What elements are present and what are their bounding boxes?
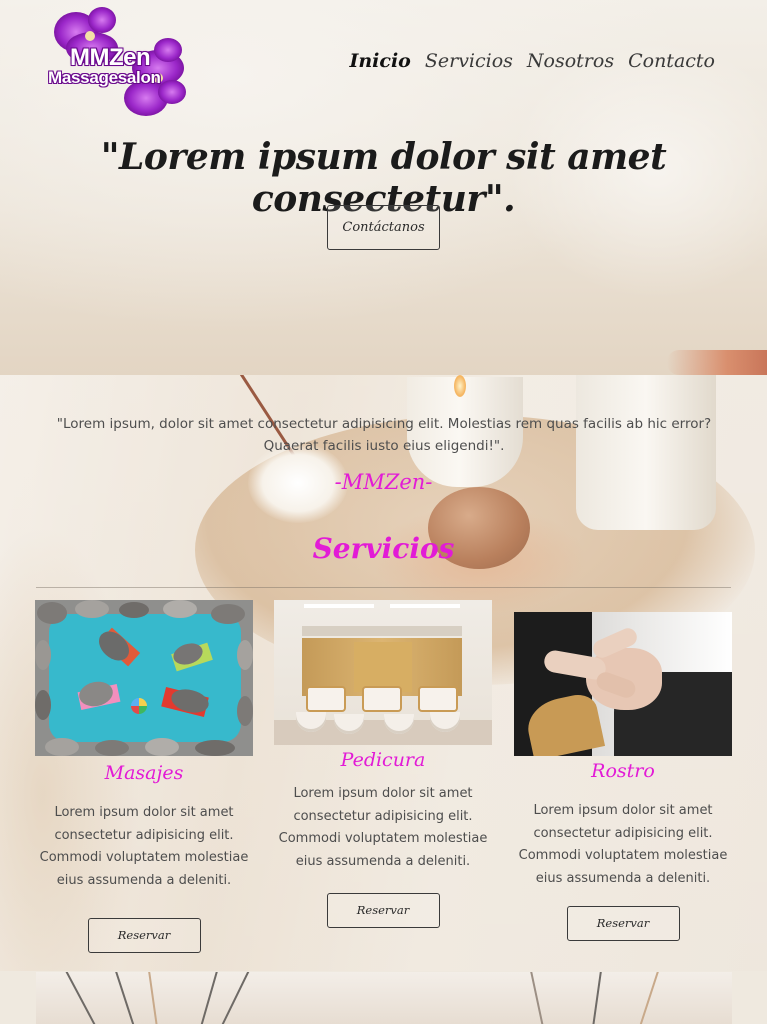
hero-section: MMZen Massagesalon Inicio Servicios Noso… (0, 0, 767, 375)
reserve-button[interactable]: Reservar (326, 893, 440, 928)
nav-link-inicio[interactable]: Inicio (349, 50, 410, 72)
service-card-description: Lorem ipsum dolor sit amet consectetur a… (278, 786, 488, 869)
service-card-title: Pedicura (340, 749, 426, 771)
nav-link-nosotros[interactable]: Nosotros (527, 50, 614, 72)
services-title: Servicios (312, 532, 455, 565)
background-candle-flame (454, 375, 466, 397)
service-card-pedicura: Pedicura Lorem ipsum dolor sit amet cons… (274, 600, 492, 928)
testimonial-text: "Lorem ipsum, dolor sit amet consectetur… (56, 416, 712, 454)
service-card-rostro: Rostro Lorem ipsum dolor sit amet consec… (514, 612, 732, 941)
nav-link-contacto[interactable]: Contacto (628, 50, 715, 72)
services-section: "Lorem ipsum, dolor sit amet consectetur… (0, 375, 767, 971)
next-section-image (36, 972, 732, 1024)
facial-treatment-image (514, 612, 732, 756)
service-card-masajes: Masajes Lorem ipsum dolor sit amet conse… (35, 600, 253, 953)
reserve-button[interactable]: Reservar (87, 918, 201, 953)
logo-sub-text: Massagesalon (48, 68, 161, 87)
hot-stones-massage-image (35, 600, 253, 756)
contact-button[interactable]: Contáctanos (327, 205, 440, 250)
testimonial-signature: -MMZen- (334, 470, 433, 494)
brand-logo[interactable]: MMZen Massagesalon (46, 6, 198, 122)
main-nav: Inicio Servicios Nosotros Contacto (349, 50, 715, 72)
service-card-description: Lorem ipsum dolor sit amet consectetur a… (518, 803, 728, 886)
service-card-description: Lorem ipsum dolor sit amet consectetur a… (39, 805, 249, 888)
pedicure-salon-image (274, 600, 492, 745)
service-card-title: Rostro (591, 760, 655, 782)
reserve-button[interactable]: Reservar (566, 906, 680, 941)
section-divider (36, 587, 731, 588)
pool-shape (49, 614, 241, 742)
service-card-title: Masajes (104, 762, 184, 784)
hero-background-accent (667, 350, 767, 375)
nav-link-servicios[interactable]: Servicios (425, 50, 513, 72)
